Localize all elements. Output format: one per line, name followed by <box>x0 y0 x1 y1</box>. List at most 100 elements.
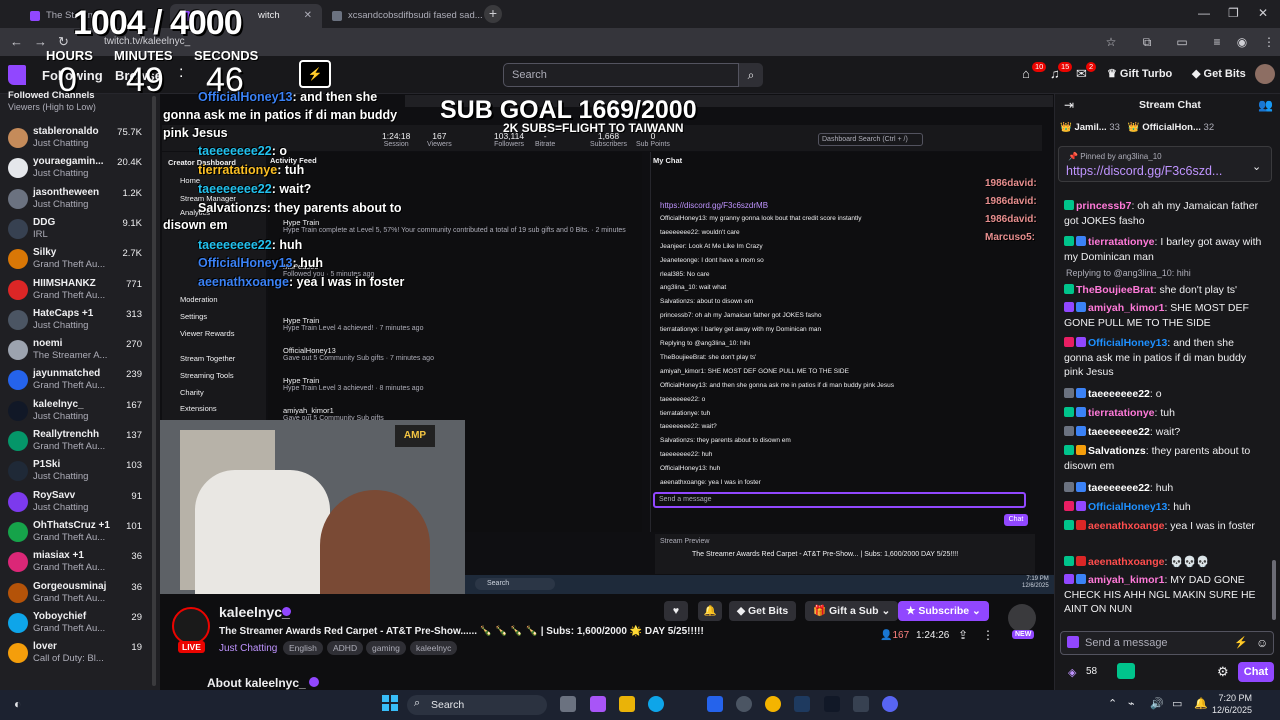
more-options-icon[interactable]: ⋮ <box>982 628 994 642</box>
chat-username[interactable]: amiyah_kimor1 <box>1088 574 1164 586</box>
tag[interactable]: gaming <box>366 641 406 655</box>
close-tab-icon[interactable]: ✕ <box>304 6 312 26</box>
share-icon[interactable]: ⇪ <box>958 628 968 642</box>
chat-username[interactable]: aeenathxoange <box>1088 556 1164 568</box>
notification-bell-button[interactable]: 🔔 <box>698 601 722 621</box>
chat-message[interactable]: amiyah_kimor1: MY DAD GONE CHECK HIS AHH… <box>1064 573 1264 617</box>
sidebar-channel[interactable]: P1Ski Just Chatting 103 <box>0 455 160 485</box>
minimize-icon[interactable]: — <box>1198 6 1210 20</box>
pinned-link[interactable]: https://discord.gg/F3c6szd... <box>1066 164 1222 178</box>
chat-message[interactable]: taeeeeeee22: wait? <box>1064 425 1264 440</box>
chat-message[interactable]: aeenathxoange: 💀💀💀 <box>1064 555 1264 570</box>
sidebar-channel[interactable]: DDG IRL 9.1K <box>0 213 160 243</box>
get-bits-button[interactable]: ◆ Get Bits <box>1192 67 1246 80</box>
channel-points-value[interactable]: 58 <box>1086 666 1097 677</box>
sidebar-channel[interactable]: youraegamin... Just Chatting 20.4K <box>0 152 160 182</box>
new-tab-button[interactable]: + <box>484 5 502 23</box>
chat-message[interactable]: taeeeeeee22: huh <box>1064 481 1264 496</box>
windows-start-icon[interactable] <box>382 695 398 711</box>
sidebar-channel[interactable]: lover Call of Duty: Bl... 19 <box>0 637 160 667</box>
chat-username[interactable]: tierratationye <box>1088 407 1155 419</box>
chrome-icon[interactable] <box>765 696 781 712</box>
chat-username[interactable]: TheBoujieeBrat <box>1076 284 1154 296</box>
stream-category[interactable]: Just Chatting <box>219 643 277 654</box>
back-icon[interactable]: ← <box>10 34 23 49</box>
chat-username[interactable]: taeeeeeee22 <box>1088 482 1150 494</box>
sidebar-channel[interactable]: RoySavv Just Chatting 91 <box>0 486 160 516</box>
downloads-icon[interactable]: ≡ <box>1210 35 1224 49</box>
notification-icon[interactable]: 🔔 <box>1194 697 1208 710</box>
sidebar-channel[interactable]: HIIMSHANKZ Grand Theft Au... 771 <box>0 274 160 304</box>
chat-message[interactable]: TheBoujieeBrat: she don't play ts' <box>1064 283 1264 298</box>
copilot-icon[interactable] <box>590 696 606 712</box>
bookmark-star-icon[interactable]: ☆ <box>1104 35 1118 49</box>
volume-icon[interactable]: 🔊 <box>1150 697 1164 710</box>
sidebar-channel[interactable]: jayunmatched Grand Theft Au... 239 <box>0 364 160 394</box>
drops-icon[interactable]: ⌂ <box>1022 66 1030 81</box>
sidebar-channel[interactable]: HateCaps +1 Just Chatting 313 <box>0 304 160 334</box>
forward-icon[interactable]: → <box>34 34 47 49</box>
search-input[interactable]: Search <box>503 63 739 87</box>
store-icon[interactable] <box>707 696 723 712</box>
sidebar-channel[interactable]: noemi The Streamer A... 270 <box>0 334 160 364</box>
battery-icon[interactable]: ▭ <box>1172 697 1182 710</box>
discord-icon[interactable] <box>882 696 898 712</box>
sidebar-channel[interactable]: Yoboychief Grand Theft Au... 29 <box>0 607 160 637</box>
chat-username[interactable]: taeeeeeee22 <box>1088 388 1150 400</box>
gift-sub-button[interactable]: 🎁 Gift a Sub ⌄ <box>805 601 899 621</box>
get-bits-stream-button[interactable]: ◆ Get Bits <box>729 601 797 621</box>
close-window-icon[interactable]: ✕ <box>1258 6 1268 20</box>
sidebar-channel[interactable]: stableronaldo Just Chatting 75.7K <box>0 122 160 152</box>
follow-heart-button[interactable]: ♥ <box>664 601 688 621</box>
chat-message[interactable]: taeeeeeee22: o <box>1064 387 1264 402</box>
chat-message[interactable]: OfficialHoney13: huh <box>1064 500 1264 515</box>
sidebar-scrollbar[interactable] <box>152 96 156 686</box>
profile-icon[interactable]: ◉ <box>1235 35 1249 49</box>
sidebar-channel[interactable]: OhThatsCruz +1 Grand Theft Au... 101 <box>0 516 160 546</box>
chat-message[interactable]: princessb7: oh ah my Jamaican father got… <box>1064 199 1264 228</box>
chat-username[interactable]: OfficialHoney13 <box>1088 501 1167 513</box>
calculator-icon[interactable] <box>853 696 869 712</box>
chat-username[interactable]: aeenathxoange <box>1088 520 1164 532</box>
tag[interactable]: ADHD <box>327 641 364 655</box>
task-view-icon[interactable] <box>560 696 576 712</box>
search-button[interactable]: ⌕ <box>739 63 763 87</box>
collapse-chat-icon[interactable]: ⇥ <box>1064 98 1074 112</box>
chat-message[interactable]: Salvationzs: they parents about to disow… <box>1064 444 1264 473</box>
tray-chevron-icon[interactable]: ⌃ <box>1108 697 1117 710</box>
tag[interactable]: English <box>283 641 323 655</box>
extensions-icon[interactable]: ⧉ <box>1140 35 1154 49</box>
user-avatar[interactable] <box>1255 64 1275 84</box>
channel-name[interactable]: kaleelnyc_ <box>219 604 290 620</box>
taskbar-clock[interactable]: 7:20 PM 12/6/2025 <box>1212 692 1252 716</box>
network-icon[interactable]: ⌁ <box>1128 697 1135 710</box>
maximize-icon[interactable]: ❐ <box>1228 6 1239 20</box>
chat-send-button[interactable]: Chat <box>1238 662 1274 682</box>
chat-username[interactable]: tierratationye <box>1088 236 1155 248</box>
taskbar-search[interactable]: Search <box>407 695 547 715</box>
widgets-icon[interactable]: ◐ <box>14 697 21 711</box>
bonus-chest-icon[interactable] <box>1117 663 1135 679</box>
subscribe-button[interactable]: ★ Subscribe ⌄ <box>898 601 989 621</box>
sidebar-channel[interactable]: Gorgeousminaj Grand Theft Au... 36 <box>0 577 160 607</box>
obs-icon[interactable] <box>824 696 840 712</box>
chat-message[interactable]: tierratationye: I barley got away with m… <box>1064 235 1264 264</box>
sidebar-channel[interactable]: kaleelnyc_ Just Chatting 167 <box>0 395 160 425</box>
bits-input-icon[interactable] <box>1067 636 1079 648</box>
emote-picker-icon[interactable]: ☺ <box>1256 636 1268 650</box>
slash-commands-icon[interactable]: ⚡ <box>1234 636 1248 649</box>
twitch-logo-icon[interactable] <box>8 65 26 85</box>
chat-message[interactable]: aeenathxoange: yea I was in foster <box>1064 519 1264 534</box>
menu-dots-icon[interactable]: ⋮ <box>1262 35 1276 49</box>
chat-message[interactable]: OfficialHoney13: and then she gonna ask … <box>1064 336 1264 380</box>
edge-icon[interactable] <box>648 696 664 712</box>
chat-message[interactable]: amiyah_kimor1: SHE MOST DEF GONE PULL ME… <box>1064 301 1264 330</box>
chat-scrollbar[interactable] <box>1272 560 1276 620</box>
sidebar-channel[interactable]: jasontheween Just Chatting 1.2K <box>0 183 160 213</box>
file-explorer-icon[interactable] <box>619 696 635 712</box>
chat-users-icon[interactable]: 👥 <box>1258 98 1273 112</box>
app-icon[interactable] <box>736 696 752 712</box>
chat-username[interactable]: OfficialHoney13 <box>1088 337 1167 349</box>
reply-context[interactable]: Replying to @ang3lina_10: hihi <box>1066 268 1191 278</box>
browser-tab[interactable]: xcsandcobsdifbsudi fased sad...✕ <box>322 4 482 28</box>
